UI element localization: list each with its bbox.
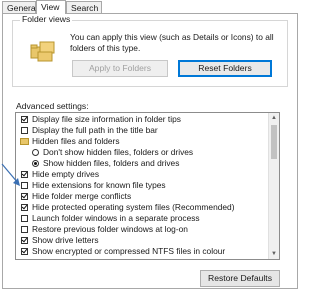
checkbox[interactable]: [21, 171, 28, 178]
list-item-label: Display file size information in folder …: [32, 114, 181, 124]
tab-bar: General View Search: [0, 0, 300, 14]
checkbox[interactable]: [21, 226, 28, 233]
tab-search[interactable]: Search: [66, 1, 102, 13]
reset-folders-button[interactable]: Reset Folders: [178, 60, 272, 77]
radio-button[interactable]: [32, 149, 39, 156]
checkbox[interactable]: [21, 127, 28, 134]
list-item-label: Hide empty drives: [32, 169, 100, 179]
checkbox[interactable]: [21, 182, 28, 189]
list-item-label: Show hidden files, folders and drives: [43, 158, 180, 168]
tab-view[interactable]: View: [36, 0, 66, 14]
folder-views-icon: [30, 41, 55, 62]
folder-views-title: Folder views: [20, 14, 73, 24]
folder-icon: [20, 138, 29, 145]
radio-button[interactable]: [32, 160, 39, 167]
checkbox[interactable]: [21, 215, 28, 222]
list-item-label: Hidden files and folders: [32, 136, 120, 146]
scroll-down-icon[interactable]: ▼: [269, 249, 279, 259]
list-item-label: Hide folder merge conflicts: [32, 191, 132, 201]
scroll-up-icon[interactable]: ▲: [269, 113, 279, 123]
restore-defaults-button[interactable]: Restore Defaults: [200, 270, 280, 287]
tab-general[interactable]: General: [2, 1, 38, 13]
list-item-label: Don't show hidden files, folders or driv…: [43, 147, 194, 157]
checkbox[interactable]: [21, 237, 28, 244]
folder-views-description: You can apply this view (such as Details…: [70, 32, 274, 53]
list-item-label: Restore previous folder windows at log-o…: [32, 224, 188, 234]
advanced-settings-title: Advanced settings:: [16, 101, 89, 111]
advanced-settings-list[interactable]: Display file size information in folder …: [15, 112, 280, 260]
checkbox[interactable]: [21, 248, 28, 255]
list-item-label: Hide protected operating system files (R…: [32, 202, 235, 212]
checkbox[interactable]: [21, 204, 28, 211]
apply-to-folders-button[interactable]: Apply to Folders: [72, 60, 168, 77]
list-item-label: Launch folder windows in a separate proc…: [32, 213, 200, 223]
checkbox[interactable]: [21, 193, 28, 200]
list-item-label: Show drive letters: [32, 235, 99, 245]
list-item-label: Display the full path in the title bar: [32, 125, 158, 135]
scroll-thumb[interactable]: [271, 125, 277, 159]
checkbox[interactable]: [21, 116, 28, 123]
list-item-label: Show encrypted or compressed NTFS files …: [32, 246, 226, 256]
vertical-scrollbar[interactable]: ▲ ▼: [268, 113, 279, 259]
list-item-label: Hide extensions for known file types: [32, 180, 166, 190]
